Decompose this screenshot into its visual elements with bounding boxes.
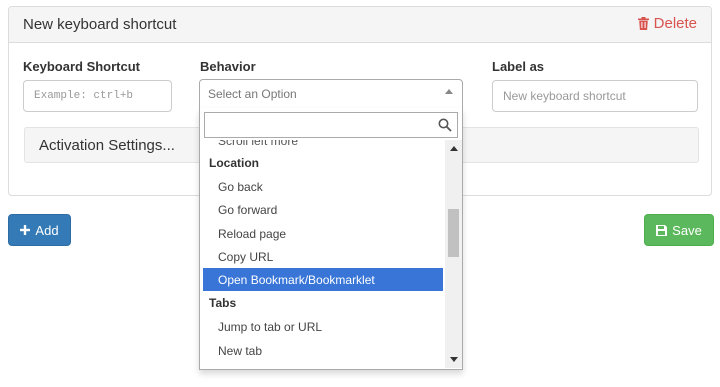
label-as-input[interactable] [492,80,698,112]
trash-icon [637,17,649,30]
save-button[interactable]: Save [644,214,714,246]
option-open-bookmark[interactable]: Open Bookmark/Bookmarklet [203,268,443,291]
label-as-label: Label as [492,59,545,74]
option-copy-url[interactable]: Copy URL [203,245,443,268]
chevron-up-icon [445,89,453,94]
panel-title: New keyboard shortcut [23,16,177,33]
search-icon [438,118,452,132]
option-label: Reload page [218,227,287,241]
option-group-location: Location [209,156,259,170]
dropdown-search-input[interactable] [205,113,435,137]
option-label: Go back [218,180,263,194]
option-label: Open Bookmark/Bookmarklet [218,273,375,287]
add-button[interactable]: Add [8,214,71,246]
option-label: New tab [218,344,263,358]
keyboard-shortcut-label: Keyboard Shortcut [23,59,141,74]
option-jump-to-tab[interactable]: Jump to tab or URL [203,315,443,338]
panel-header: New keyboard shortcut Delete [9,7,711,43]
delete-button[interactable]: Delete [637,15,697,32]
option-reload-page[interactable]: Reload page [203,222,443,245]
option-go-back[interactable]: Go back [203,175,443,198]
option-label: Go forward [218,203,278,217]
floppy-disk-icon [656,224,668,236]
delete-label: Delete [653,15,697,32]
plus-icon [20,225,31,235]
save-label: Save [672,222,702,238]
scroll-down-icon[interactable] [450,357,458,362]
list-item-partial[interactable]: Scroll left more [218,140,298,148]
option-new-tab[interactable]: New tab [203,339,443,362]
scrollbar-thumb[interactable] [448,209,459,257]
behavior-dropdown: Scroll left more Location Go back Go for… [199,108,463,370]
behavior-select-value: Select an Option [208,87,297,101]
option-label: Copy URL [218,250,274,264]
add-label: Add [35,222,59,238]
activation-settings-label: Activation Settings... [39,137,175,154]
option-go-forward[interactable]: Go forward [203,198,443,221]
option-group-tabs: Tabs [209,296,237,310]
dropdown-options: Scroll left more Location Go back Go for… [200,140,444,368]
keyboard-shortcut-input[interactable] [23,80,172,112]
behavior-select[interactable]: Select an Option [199,79,463,109]
option-label: Jump to tab or URL [218,320,323,334]
scroll-up-icon[interactable] [450,146,458,151]
behavior-label: Behavior [200,59,256,74]
dropdown-scrollbar[interactable] [445,140,462,368]
dropdown-search [204,112,458,138]
